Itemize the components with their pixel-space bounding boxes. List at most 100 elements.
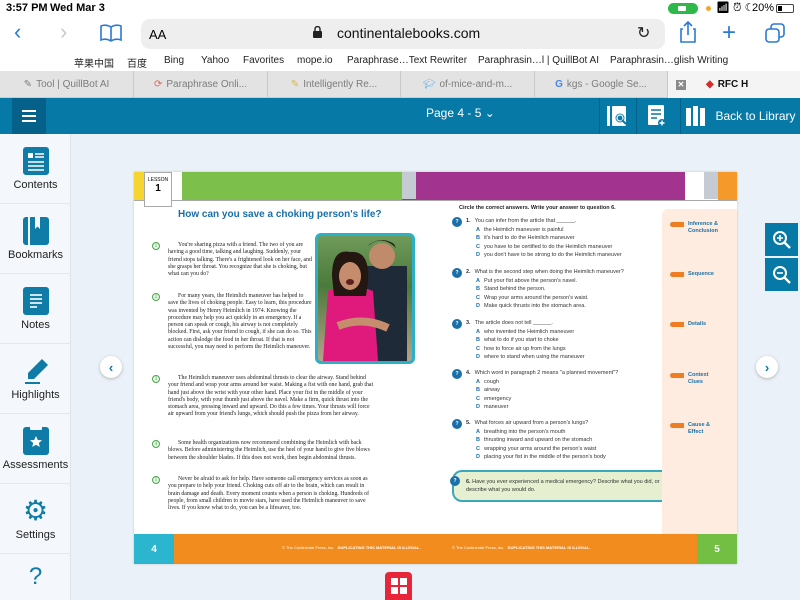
skill-tag: Cause & Effect — [670, 422, 718, 436]
answer-option[interactable]: C Wrap your arms around the person's wais… — [452, 294, 662, 303]
tab-title: kgs - Google Se... — [566, 79, 647, 90]
text-size-button[interactable]: AA — [149, 27, 166, 42]
forward-chevron-icon[interactable]: › — [60, 19, 67, 45]
sidebar-item-contents[interactable]: Contents — [0, 134, 71, 204]
question-text: Which word in paragraph 2 means "a plann… — [474, 370, 619, 376]
battery-percent: 20% — [752, 2, 775, 14]
bookmark-link[interactable]: 苹果中国 — [74, 55, 114, 70]
answer-option[interactable]: B Stand behind the person. — [452, 285, 662, 294]
back-to-library-button[interactable]: Back to Library — [680, 98, 800, 134]
answer-option[interactable]: Acough — [452, 378, 662, 387]
gear-icon: ⚙ — [22, 494, 49, 526]
bookmark-link[interactable]: Yahoo — [201, 55, 229, 66]
paragraph-number: 1 — [152, 242, 160, 250]
orange-banner — [718, 172, 737, 200]
address-bar[interactable]: AA continentalebooks.com ↻ — [141, 19, 665, 49]
orange-arrow-icon — [670, 222, 684, 227]
graduation-cap-icon: 🎓︎ — [422, 79, 436, 90]
chevron-left-icon: ‹ — [108, 359, 114, 375]
answer-option[interactable]: Dplacing your fist in the middle of the … — [452, 453, 662, 462]
sidebar-item-assessments[interactable]: Assessments — [0, 414, 71, 484]
copyright-text: © The Continental Press, Inc. — [452, 545, 505, 550]
reading-list-book-icon[interactable] — [100, 24, 122, 47]
browser-tab[interactable]: ⟳ Paraphrase Onli... — [134, 71, 268, 98]
back-chevron-icon[interactable]: ‹ — [14, 19, 21, 45]
bookmark-link[interactable]: Paraphrasin…glish Writing — [610, 55, 728, 66]
url-text[interactable]: continentalebooks.com — [337, 25, 480, 41]
new-tab-plus-icon[interactable]: + — [722, 19, 736, 47]
library-books-icon — [686, 106, 706, 126]
search-book-icon — [607, 106, 627, 126]
option-text: Make quick thrusts into the stomach area… — [483, 303, 586, 309]
lesson-number: 1 — [155, 183, 161, 194]
question-6-box[interactable]: ? 6. Have you ever experienced a medical… — [450, 470, 682, 502]
answer-option[interactable]: Cwrapping your arms around the person's … — [452, 445, 662, 454]
browser-tab[interactable]: ✎ Tool | QuillBot AI — [0, 71, 134, 98]
paragraph-text: The Heimlich maneuver uses abdominal thr… — [168, 375, 374, 418]
answer-option[interactable]: Cemergency — [452, 395, 662, 404]
answer-option[interactable]: Bairway — [452, 386, 662, 395]
browser-tab[interactable]: 🎓︎ of-mice-and-m... — [401, 71, 535, 98]
sidebar-item-highlights[interactable]: Highlights — [0, 344, 71, 414]
chevron-down-icon: ⌄ — [484, 106, 495, 120]
option-text: cough — [483, 378, 499, 385]
bookmark-link[interactable]: Favorites — [243, 55, 284, 66]
answer-option[interactable]: Athe Heimlich maneuver is painful — [452, 226, 662, 235]
wifi-alarm-moon-icons: 📶︎ ⏰︎ ☾ — [716, 2, 755, 14]
answer-option[interactable]: Dyou don't have to be strong to do the H… — [452, 251, 662, 260]
sidebar-item-help[interactable]: ? — [0, 554, 71, 600]
article-paragraph: 2 For many years, the Heimlich maneuver … — [152, 293, 314, 351]
reload-icon[interactable]: ↻ — [637, 23, 650, 43]
browser-tab[interactable]: Gkgs - Google Se... — [535, 71, 668, 98]
close-tab-icon[interactable]: ✕ — [676, 79, 686, 90]
bookmark-link[interactable]: mope.io — [297, 55, 333, 66]
question-stem: 1. You can infer from the article that __… — [452, 217, 662, 226]
question-icon: ? — [452, 369, 462, 379]
option-letter: A — [476, 428, 480, 435]
question-number: 5. — [466, 420, 471, 426]
answer-option[interactable]: Bit's hard to do the Heimlich maneuver — [452, 234, 662, 243]
sidebar-item-settings[interactable]: ⚙ Settings — [0, 484, 71, 554]
browser-tab-active[interactable]: ✕ ◆ RFC H — [668, 71, 800, 98]
zoom-in-button[interactable] — [765, 223, 798, 256]
answer-option[interactable]: Abreathing into the person's mouth — [452, 428, 662, 437]
answer-option[interactable]: A Put your fist above the person's navel. — [452, 277, 662, 286]
sidebar-label: Assessments — [2, 458, 69, 471]
paragraph-number: 3 — [152, 375, 160, 383]
option-letter: B — [476, 286, 480, 292]
page-grid-button[interactable] — [385, 572, 412, 600]
page-number-right: 5 — [697, 534, 737, 564]
bookmark-link[interactable]: 百度 — [127, 55, 147, 70]
browser-tab[interactable]: ✎ Intelligently Re... — [268, 71, 401, 98]
option-letter: C — [476, 345, 480, 352]
skill-label: Context Clues — [688, 372, 709, 385]
bookmark-link[interactable]: Paraphrasin…l | QuillBot AI — [478, 55, 599, 66]
add-note-button[interactable] — [636, 98, 677, 134]
share-icon[interactable] — [679, 20, 697, 48]
answer-option[interactable]: Chow to force air up from the lungs — [452, 345, 662, 354]
sidebar-item-notes[interactable]: Notes — [0, 274, 71, 344]
page-selector[interactable]: Page 4 - 5 ⌄ — [426, 106, 495, 120]
favorites-bar: 苹果中国 百度 Bing Yahoo Favorites mope.io Par… — [0, 53, 800, 71]
tabs-overview-icon[interactable] — [765, 23, 785, 48]
answer-option[interactable]: Cyou have to be certified to do the Heim… — [452, 243, 662, 252]
purple-star-banner — [402, 172, 685, 200]
previous-page-button[interactable]: ‹ — [100, 356, 122, 378]
notice-text: DUPLICATING THIS MATERIAL IS ILLEGAL. — [507, 545, 591, 550]
zoom-out-button[interactable] — [765, 258, 798, 291]
answer-option[interactable]: Bwhat to do if you start to choke — [452, 336, 662, 345]
question-number: 4. — [466, 370, 471, 376]
paragraph-text: Some health organizations now recommend … — [168, 440, 370, 461]
answer-option[interactable]: Bthrusting inward and upward on the stom… — [452, 436, 662, 445]
answer-option[interactable]: Dwhere to stand when using the maneuver — [452, 353, 662, 362]
next-page-button[interactable]: › — [756, 356, 778, 378]
option-letter: B — [476, 337, 480, 343]
search-book-button[interactable] — [599, 98, 636, 134]
answer-option[interactable]: Dmaneuver — [452, 403, 662, 412]
sidebar-item-bookmarks[interactable]: Bookmarks — [0, 204, 71, 274]
answer-option[interactable]: D Make quick thrusts into the stomach are… — [452, 302, 662, 311]
answer-option[interactable]: Awho invented the Heimlich maneuver — [452, 328, 662, 337]
hamburger-menu-icon[interactable] — [12, 98, 46, 134]
bookmark-link[interactable]: Paraphrase…Text Rewriter — [347, 55, 467, 66]
bookmark-link[interactable]: Bing — [164, 55, 184, 66]
